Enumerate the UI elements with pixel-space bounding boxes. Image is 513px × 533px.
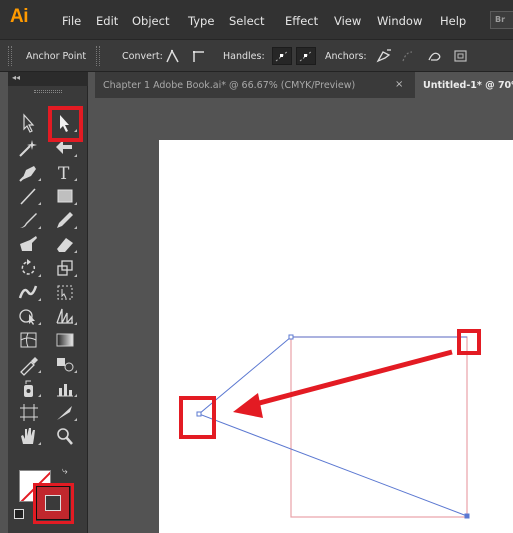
selected-path xyxy=(198,336,468,517)
anchor-point-bottom xyxy=(464,513,470,519)
artwork-layer xyxy=(179,329,481,519)
anchor-point-top xyxy=(288,334,294,340)
rectangle-shape xyxy=(290,336,468,518)
anchor-point-left xyxy=(196,411,202,417)
annotation-box-right xyxy=(457,329,481,355)
annotation-arrow-head xyxy=(233,393,263,418)
annotation-arrow-shaft xyxy=(247,349,453,409)
